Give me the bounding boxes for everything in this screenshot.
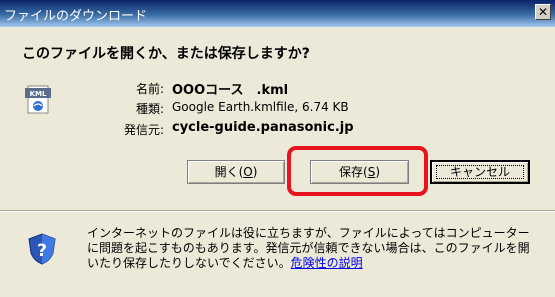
file-name-value: OOOコース .kml: [172, 83, 289, 98]
open-button-label: 開く: [214, 165, 239, 179]
name-label: 名前:: [135, 82, 164, 96]
title-bar: ファイルのダウンロード ✕: [0, 0, 555, 27]
window-title: ファイルのダウンロード: [4, 9, 148, 24]
svg-text:?: ?: [37, 241, 47, 261]
risk-explanation-link[interactable]: 危険性の説明: [291, 256, 363, 270]
sender-value: cycle-guide.panasonic.jp: [172, 120, 354, 135]
dialog-question: このファイルを開くか、または保存しますか?: [22, 46, 310, 62]
security-warning: インターネットのファイルは役に立ちますが、ファイルによってはコンピューターに問題…: [87, 226, 537, 271]
file-type-value: Google Earth.kmlfile, 6.74 KB: [172, 100, 349, 114]
open-button[interactable]: 開く(O): [187, 160, 285, 184]
security-shield-icon: ?: [28, 233, 56, 265]
open-shortcut: O: [243, 165, 253, 179]
type-label: 種類:: [135, 102, 164, 116]
save-button-highlight: [287, 146, 428, 196]
sender-label: 発信元:: [123, 123, 164, 137]
cancel-button[interactable]: キャンセル: [430, 160, 530, 184]
close-button[interactable]: ✕: [535, 4, 551, 20]
focus-rect: [436, 165, 524, 179]
divider: [0, 210, 555, 212]
file-icon-label: KML: [30, 90, 47, 98]
kml-file-icon: KML: [25, 85, 51, 114]
